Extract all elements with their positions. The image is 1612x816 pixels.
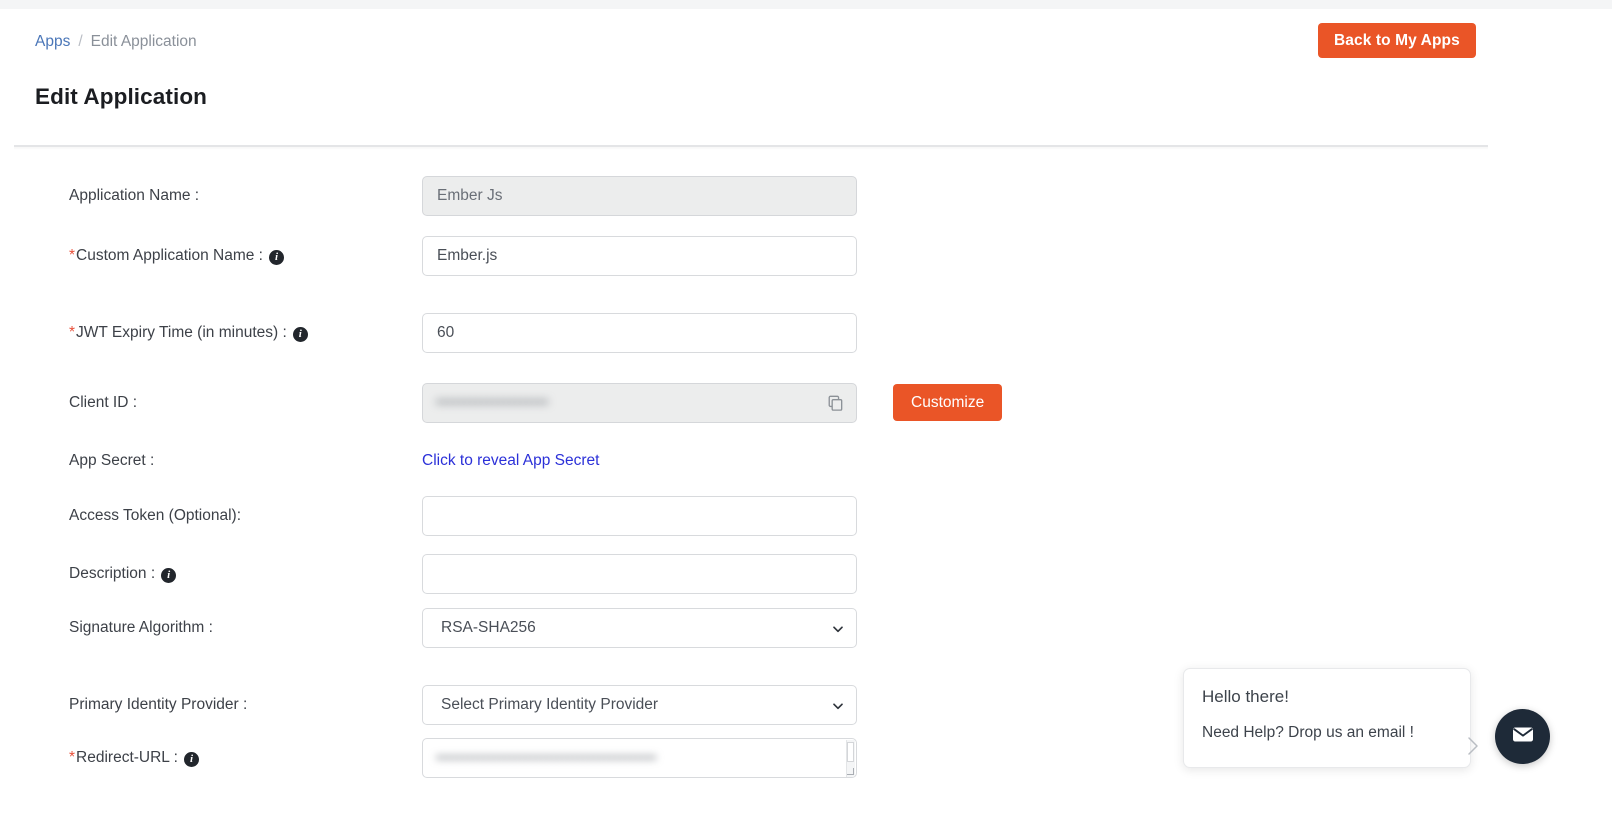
redirect-url-scrollbar-thumb[interactable] (847, 742, 854, 762)
label-jwt-expiry-time: * JWT Expiry Time (in minutes) : i (69, 323, 308, 343)
jwt-expiry-time-input[interactable] (422, 313, 857, 353)
form-row-app-secret: App Secret : Click to reveal App Secret (0, 451, 1612, 473)
label-client-id-text: Client ID : (69, 393, 137, 413)
field-wrap-signature-algorithm: RSA-SHA256 (422, 608, 857, 648)
breadcrumb: Apps / Edit Application (35, 32, 197, 52)
label-custom-application-name-text: Custom Application Name : (76, 246, 263, 266)
chat-email-button[interactable] (1495, 709, 1550, 764)
form-row-jwt-expiry-time: * JWT Expiry Time (in minutes) : i (0, 313, 1612, 353)
copy-icon[interactable] (826, 394, 845, 413)
label-application-name-text: Application Name : (69, 186, 199, 206)
label-client-id: Client ID : (69, 393, 137, 413)
redirect-url-box[interactable]: ••••••••••••••••••••••••••••••••••••••••… (422, 738, 857, 778)
label-signature-algorithm: Signature Algorithm : (69, 618, 213, 638)
signature-algorithm-selected-value[interactable]: RSA-SHA256 (422, 608, 857, 648)
redirect-url-masked-value: ••••••••••••••••••••••••••••••••••••••••… (436, 750, 657, 767)
info-icon[interactable]: i (269, 250, 284, 265)
required-asterisk: * (69, 323, 75, 343)
primary-identity-provider-select[interactable]: Select Primary Identity Provider (422, 685, 857, 725)
label-redirect-url: * Redirect-URL : i (69, 748, 199, 768)
signature-algorithm-select[interactable]: RSA-SHA256 (422, 608, 857, 648)
primary-identity-provider-selected-value[interactable]: Select Primary Identity Provider (422, 685, 857, 725)
form-row-application-name: Application Name : (0, 176, 1612, 216)
description-input[interactable] (422, 554, 857, 594)
form-row-access-token: Access Token (Optional): (0, 496, 1612, 536)
page-title: Edit Application (35, 84, 207, 110)
label-description-text: Description : (69, 564, 155, 584)
field-wrap-custom-application-name (422, 236, 857, 276)
access-token-input[interactable] (422, 496, 857, 536)
label-signature-algorithm-text: Signature Algorithm : (69, 618, 213, 638)
label-access-token-text: Access Token (Optional): (69, 506, 241, 526)
field-wrap-access-token (422, 496, 857, 536)
field-wrap-description (422, 554, 857, 594)
client-id-masked-value: •••••••••••••••••••• (436, 394, 549, 412)
client-id-field: •••••••••••••••••••• (422, 383, 857, 423)
breadcrumb-current: Edit Application (91, 32, 197, 52)
top-strip (0, 0, 1612, 9)
field-wrap-redirect-url: ••••••••••••••••••••••••••••••••••••••••… (422, 738, 857, 778)
reveal-app-secret-link[interactable]: Click to reveal App Secret (422, 452, 599, 469)
chat-greeting-bubble[interactable]: Hello there! Need Help? Drop us an email… (1183, 668, 1471, 768)
redirect-url-textarea[interactable]: ••••••••••••••••••••••••••••••••••••••••… (422, 738, 857, 778)
envelope-icon (1510, 721, 1536, 752)
label-application-name: Application Name : (69, 186, 199, 206)
label-primary-identity-provider-text: Primary Identity Provider : (69, 695, 247, 715)
back-to-my-apps-button[interactable]: Back to My Apps (1318, 23, 1476, 58)
field-wrap-client-id: •••••••••••••••••••• (422, 383, 857, 423)
form-row-client-id: Client ID : •••••••••••••••••••• Customi… (0, 383, 1612, 423)
label-access-token: Access Token (Optional): (69, 506, 241, 526)
header-divider-shadow (14, 147, 1488, 150)
info-icon[interactable]: i (293, 327, 308, 342)
label-custom-application-name: * Custom Application Name : i (69, 246, 284, 266)
required-asterisk: * (69, 748, 75, 768)
field-wrap-app-secret: Click to reveal App Secret (422, 451, 857, 471)
breadcrumb-separator: / (78, 32, 82, 52)
field-wrap-jwt-expiry-time (422, 313, 857, 353)
page-root: Apps / Edit Application Back to My Apps … (0, 0, 1612, 816)
label-app-secret-text: App Secret : (69, 451, 154, 471)
breadcrumb-link-apps[interactable]: Apps (35, 32, 70, 52)
label-primary-identity-provider: Primary Identity Provider : (69, 695, 247, 715)
field-wrap-primary-identity-provider: Select Primary Identity Provider (422, 685, 857, 725)
form-row-description: Description : i (0, 554, 1612, 594)
customize-button[interactable]: Customize (893, 384, 1002, 421)
label-redirect-url-text: Redirect-URL : (76, 748, 178, 768)
redirect-url-resize-handle[interactable] (847, 768, 854, 775)
label-jwt-expiry-time-text: JWT Expiry Time (in minutes) : (76, 323, 287, 343)
label-app-secret: App Secret : (69, 451, 154, 471)
form-row-signature-algorithm: Signature Algorithm : RSA-SHA256 (0, 608, 1612, 648)
field-wrap-application-name (422, 176, 857, 216)
application-name-input (422, 176, 857, 216)
info-icon[interactable]: i (161, 568, 176, 583)
info-icon[interactable]: i (184, 752, 199, 767)
required-asterisk: * (69, 246, 75, 266)
chat-message-text: Need Help? Drop us an email ! (1202, 720, 1452, 745)
chat-greeting-text: Hello there! (1202, 684, 1452, 709)
custom-application-name-input[interactable] (422, 236, 857, 276)
form-row-custom-application-name: * Custom Application Name : i (0, 236, 1612, 276)
label-description: Description : i (69, 564, 176, 584)
